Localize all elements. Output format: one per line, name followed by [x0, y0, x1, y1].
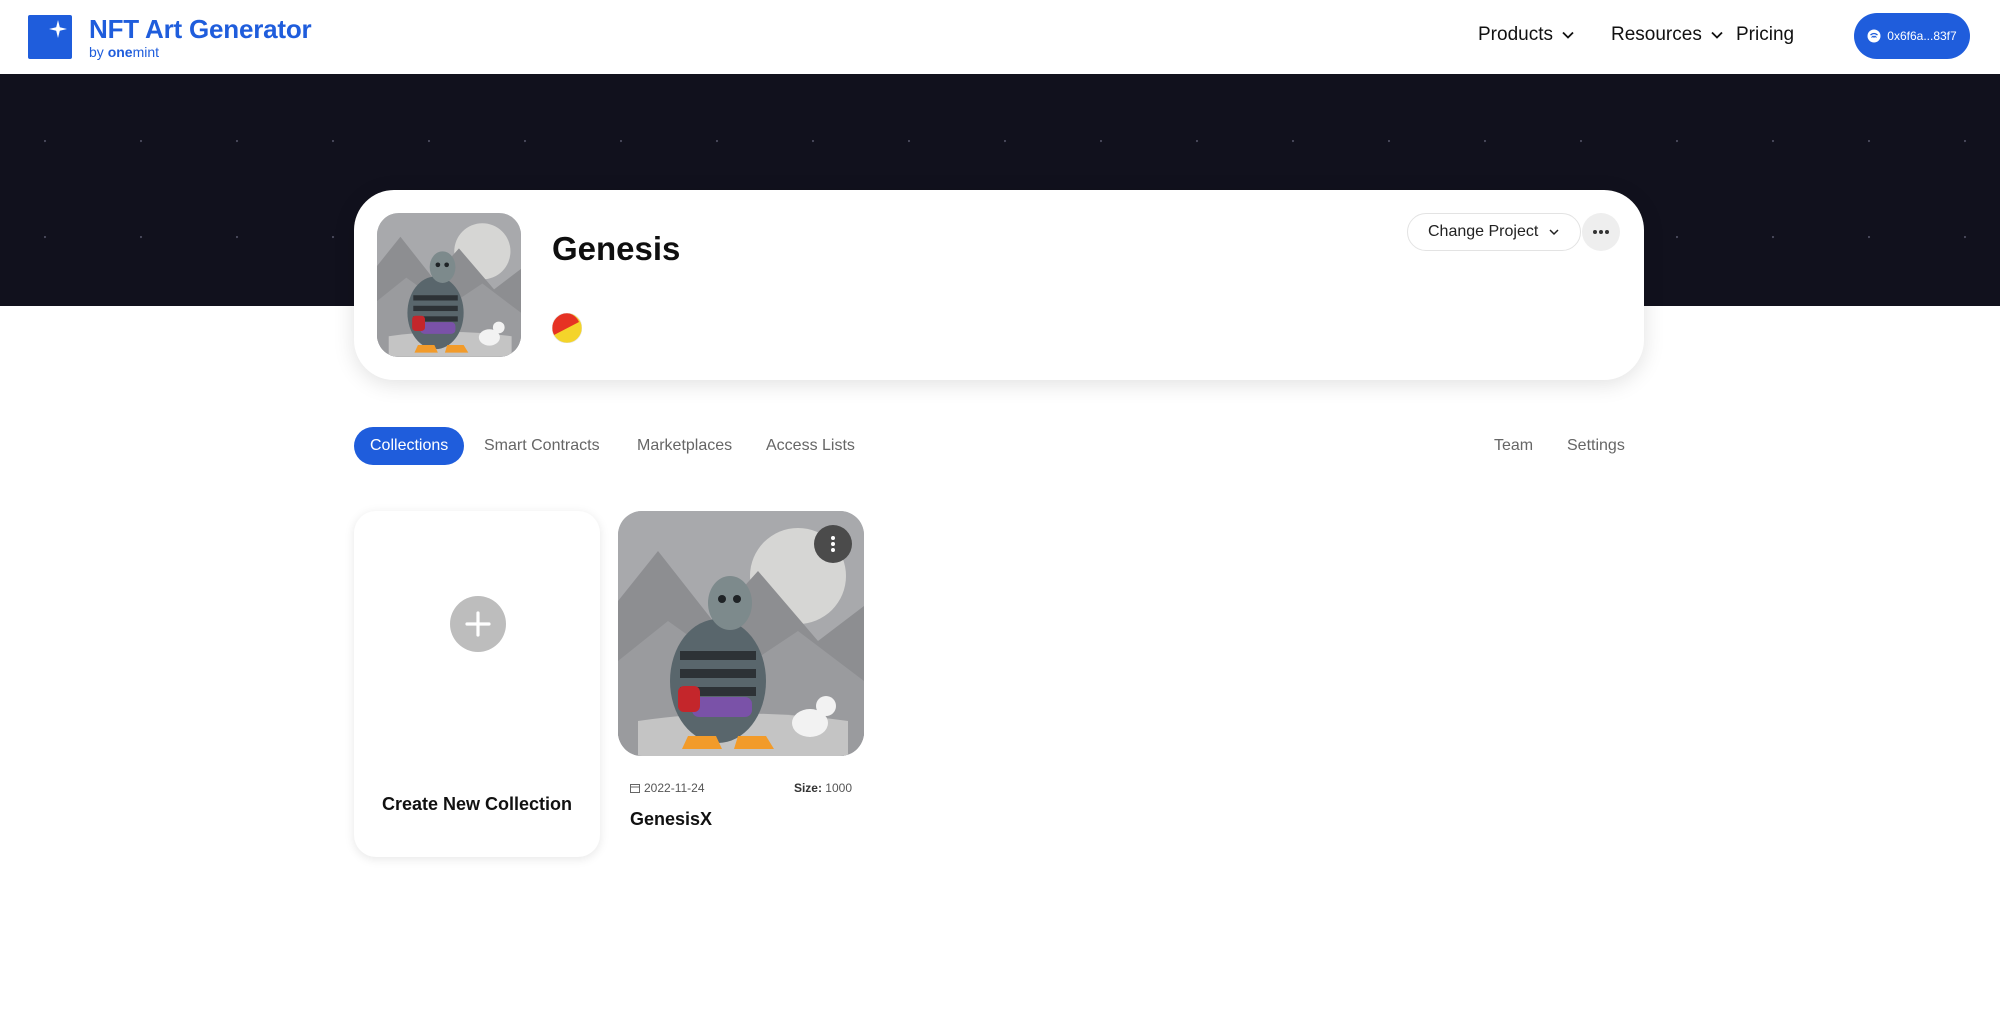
project-title: Genesis	[552, 230, 681, 267]
collection-size: Size: 1000	[794, 781, 852, 795]
change-project-label: Change Project	[1428, 223, 1539, 240]
collection-size-label: Size:	[793, 781, 822, 795]
tab-smart-contracts[interactable]: Smart Contracts	[468, 427, 616, 465]
sparkle-icon	[28, 15, 72, 59]
nav-products[interactable]: Products	[1478, 24, 1575, 46]
project-header-card: Genesis Change Project	[354, 190, 1644, 380]
top-navbar: NFT Art Generator by onemint Products Re…	[0, 0, 2000, 74]
collection-menu-button[interactable]	[814, 525, 852, 563]
create-collection-label: Create New Collection	[381, 794, 573, 814]
brand-title: NFT Art Generator	[89, 14, 312, 44]
brand-subtitle: by onemint	[89, 44, 160, 60]
chevron-down-icon	[1711, 31, 1723, 39]
nav-products-label: Products	[1478, 24, 1553, 45]
plus-icon	[450, 596, 506, 652]
nav-resources-label: Resources	[1611, 24, 1702, 45]
chevron-down-icon	[1549, 229, 1559, 236]
brand-logo[interactable]: NFT Art Generator by onemint	[28, 14, 312, 60]
project-more-button[interactable]	[1582, 213, 1620, 251]
nav-pricing-label: Pricing	[1736, 24, 1795, 45]
tab-marketplaces[interactable]: Marketplaces	[621, 427, 748, 465]
tab-settings[interactable]: Settings	[1551, 427, 1641, 465]
collection-date-value: 2022-11-24	[644, 781, 705, 795]
more-vertical-icon	[831, 536, 835, 552]
tab-team[interactable]: Team	[1478, 427, 1549, 465]
change-project-button[interactable]: Change Project	[1407, 213, 1582, 251]
nav-resources[interactable]: Resources	[1611, 24, 1724, 46]
project-thumbnail	[377, 213, 521, 357]
tab-access-lists[interactable]: Access Lists	[750, 427, 871, 465]
chevron-down-icon	[1562, 31, 1574, 39]
more-horizontal-icon	[1593, 230, 1609, 234]
collection-name: GenesisX	[630, 809, 713, 829]
wallet-address: 0x6f6a...83f7	[1887, 29, 1957, 43]
collection-date: 2022-11-24	[630, 781, 705, 795]
wallet-button[interactable]: 0x6f6a...83f7	[1854, 13, 1970, 59]
collection-size-value: 1000	[825, 781, 852, 795]
create-collection-card[interactable]: Create New Collection	[354, 511, 600, 857]
chain-logo-icon	[552, 313, 582, 343]
collection-card[interactable]: 2022-11-24 Size: 1000 GenesisX	[618, 511, 864, 831]
calendar-icon	[630, 784, 640, 793]
tab-collections[interactable]: Collections	[354, 427, 465, 465]
nav-pricing[interactable]: Pricing	[1736, 24, 1794, 46]
wallet-connect-icon	[1867, 29, 1881, 43]
